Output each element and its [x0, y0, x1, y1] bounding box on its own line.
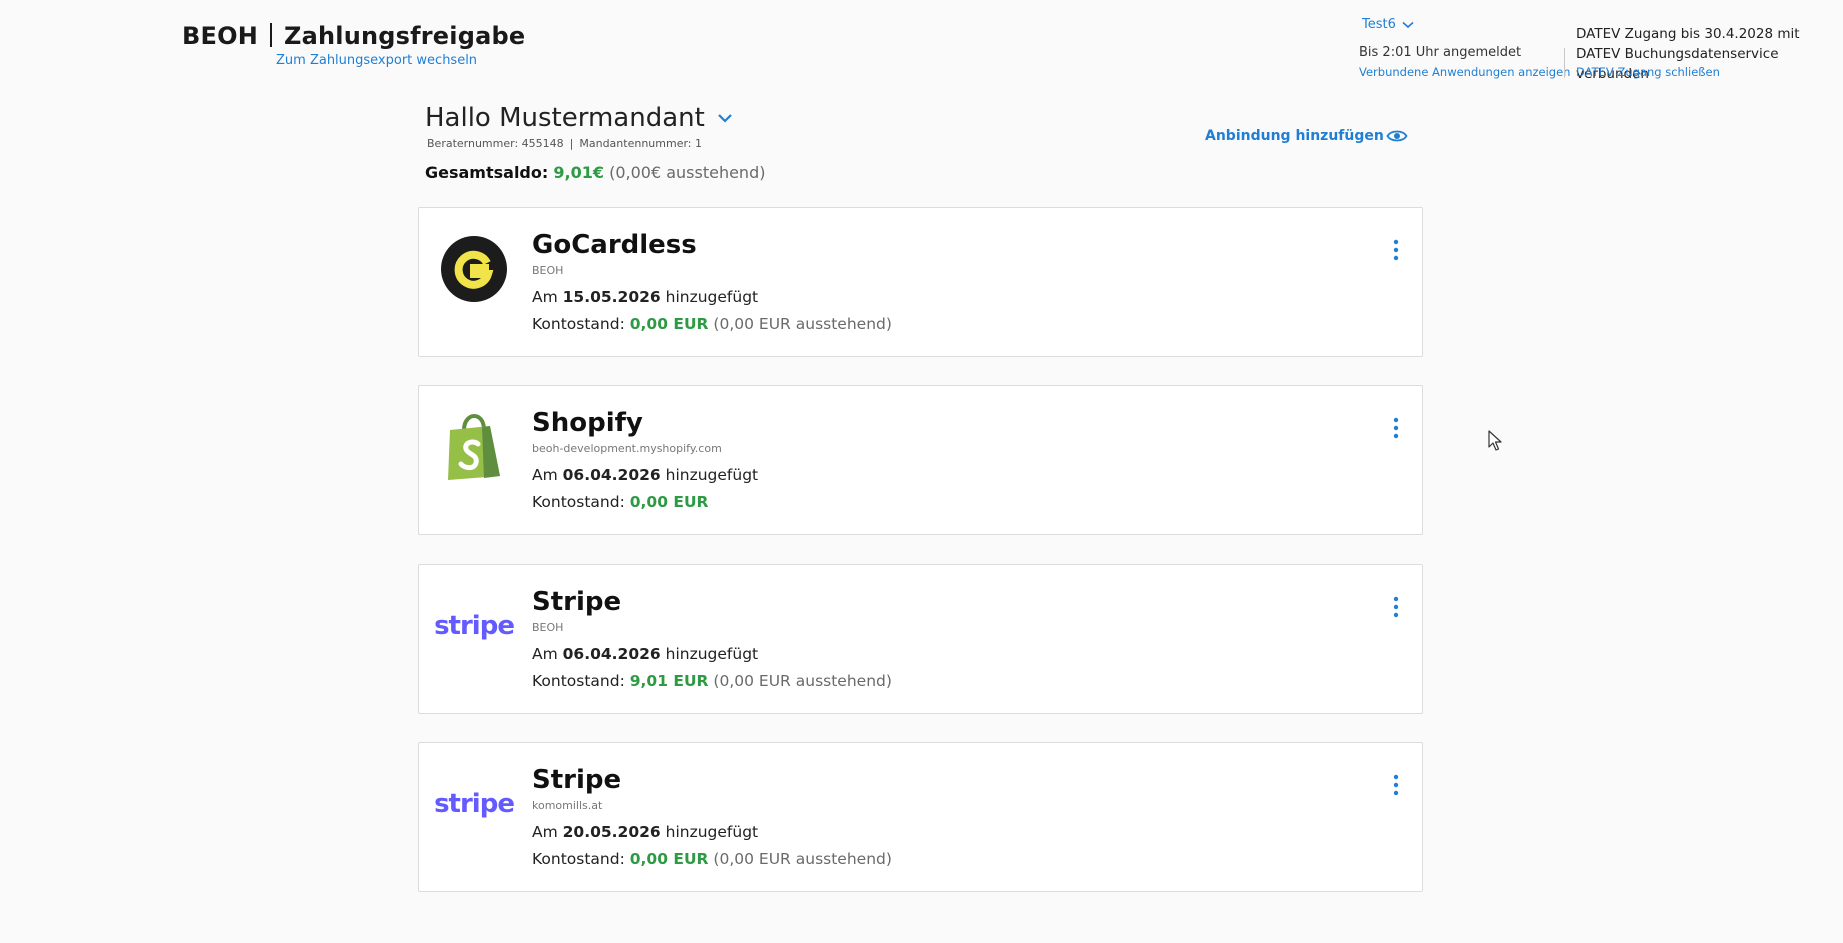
meta-separator: | — [569, 137, 574, 150]
mouse-cursor-icon — [1488, 430, 1502, 451]
connection-added: Am 06.04.2026 hinzugefügt — [532, 645, 758, 663]
close-datev-link[interactable]: DATEV Zugang schließen — [1576, 65, 1720, 79]
greeting: Hallo Mustermandant — [425, 103, 733, 133]
connection-card-stripe-komomills: stripe Stripe komomills.at Am 20.05.2026… — [418, 742, 1423, 892]
chevron-down-icon — [1402, 21, 1414, 28]
product-name: Zahlungsfreigabe — [283, 22, 526, 50]
connection-added: Am 06.04.2026 hinzugefügt — [532, 466, 758, 484]
total-balance: Gesamtsaldo: 9,01€ (0,00€ ausstehend) — [425, 163, 765, 182]
berater-number: Beraternummer: 455148 — [427, 137, 564, 150]
added-suffix: hinzugefügt — [665, 645, 759, 663]
added-suffix: hinzugefügt — [665, 466, 759, 484]
added-suffix: hinzugefügt — [665, 288, 759, 306]
added-prefix: Am — [532, 466, 558, 484]
balance-label: Kontostand: — [532, 850, 625, 868]
brand-name: BEOH — [182, 22, 258, 50]
chevron-down-icon[interactable] — [717, 113, 733, 124]
title-divider — [269, 23, 272, 47]
stripe-logo-text: stripe — [434, 611, 515, 641]
stripe-logo: stripe — [434, 771, 515, 837]
balance-value: 9,01 EUR — [629, 672, 709, 690]
app-title: BEOH Zahlungsfreigabe — [182, 22, 525, 50]
balance-label: Kontostand: — [532, 672, 625, 690]
connection-title: Shopify — [532, 408, 643, 438]
header-divider — [1564, 48, 1565, 78]
added-prefix: Am — [532, 288, 558, 306]
added-date: 20.05.2026 — [562, 823, 661, 841]
add-connection-button[interactable]: Anbindung hinzufügen — [1205, 128, 1384, 144]
greeting-text: Hallo Mustermandant — [425, 103, 705, 133]
kebab-menu-icon[interactable] — [1389, 238, 1403, 262]
stripe-logo-text: stripe — [434, 789, 515, 819]
connection-balance: Kontostand: 0,00 EUR (0,00 EUR ausstehen… — [532, 315, 892, 333]
session-info: Bis 2:01 Uhr angemeldet — [1359, 45, 1522, 60]
connection-balance: Kontostand: 0,00 EUR — [532, 493, 708, 511]
eye-icon[interactable] — [1386, 127, 1408, 145]
connection-title: Stripe — [532, 587, 622, 617]
balance-value: 0,00 EUR — [629, 850, 709, 868]
gocardless-logo — [441, 236, 507, 302]
switch-to-export-link[interactable]: Zum Zahlungsexport wechseln — [276, 53, 477, 68]
total-label: Gesamtsaldo: — [425, 163, 549, 182]
kebab-menu-icon[interactable] — [1389, 773, 1403, 797]
kebab-menu-icon[interactable] — [1389, 595, 1403, 619]
balance-value: 0,00 EUR — [629, 315, 709, 333]
connection-subtitle: beoh-development.myshopify.com — [532, 442, 722, 455]
total-pending: (0,00€ ausstehend) — [609, 163, 766, 182]
added-date: 06.04.2026 — [562, 466, 661, 484]
connection-added: Am 15.05.2026 hinzugefügt — [532, 288, 758, 306]
balance-label: Kontostand: — [532, 493, 625, 511]
balance-pending: (0,00 EUR ausstehend) — [713, 850, 892, 868]
user-menu[interactable]: Test6 — [1362, 17, 1414, 32]
connection-subtitle: komomills.at — [532, 799, 603, 812]
balance-value: 0,00 EUR — [629, 493, 709, 511]
connection-card-stripe-beoh: stripe Stripe BEOH Am 06.04.2026 hinzuge… — [418, 564, 1423, 714]
connection-balance: Kontostand: 9,01 EUR (0,00 EUR ausstehen… — [532, 672, 892, 690]
added-prefix: Am — [532, 645, 558, 663]
connection-subtitle: BEOH — [532, 621, 564, 634]
added-suffix: hinzugefügt — [665, 823, 759, 841]
added-prefix: Am — [532, 823, 558, 841]
user-name: Test6 — [1362, 17, 1396, 32]
connected-apps-link[interactable]: Verbundene Anwendungen anzeigen — [1359, 65, 1570, 79]
balance-pending: (0,00 EUR ausstehend) — [713, 672, 892, 690]
stripe-logo: stripe — [434, 593, 515, 659]
connection-subtitle: BEOH — [532, 264, 564, 277]
total-value: 9,01€ — [553, 163, 604, 182]
mandant-number: Mandantennummer: 1 — [579, 137, 702, 150]
connection-added: Am 20.05.2026 hinzugefügt — [532, 823, 758, 841]
account-meta: Beraternummer: 455148 | Mandantennummer: 1 — [427, 137, 702, 150]
connection-card-gocardless: GoCardless BEOH Am 15.05.2026 hinzugefüg… — [418, 207, 1423, 357]
kebab-menu-icon[interactable] — [1389, 416, 1403, 440]
shopify-logo — [441, 414, 507, 480]
connection-card-shopify: Shopify beoh-development.myshopify.com A… — [418, 385, 1423, 535]
added-date: 06.04.2026 — [562, 645, 661, 663]
added-date: 15.05.2026 — [562, 288, 661, 306]
connection-title: Stripe — [532, 765, 622, 795]
connection-title: GoCardless — [532, 230, 697, 260]
connection-balance: Kontostand: 0,00 EUR (0,00 EUR ausstehen… — [532, 850, 892, 868]
balance-pending: (0,00 EUR ausstehend) — [713, 315, 892, 333]
balance-label: Kontostand: — [532, 315, 625, 333]
